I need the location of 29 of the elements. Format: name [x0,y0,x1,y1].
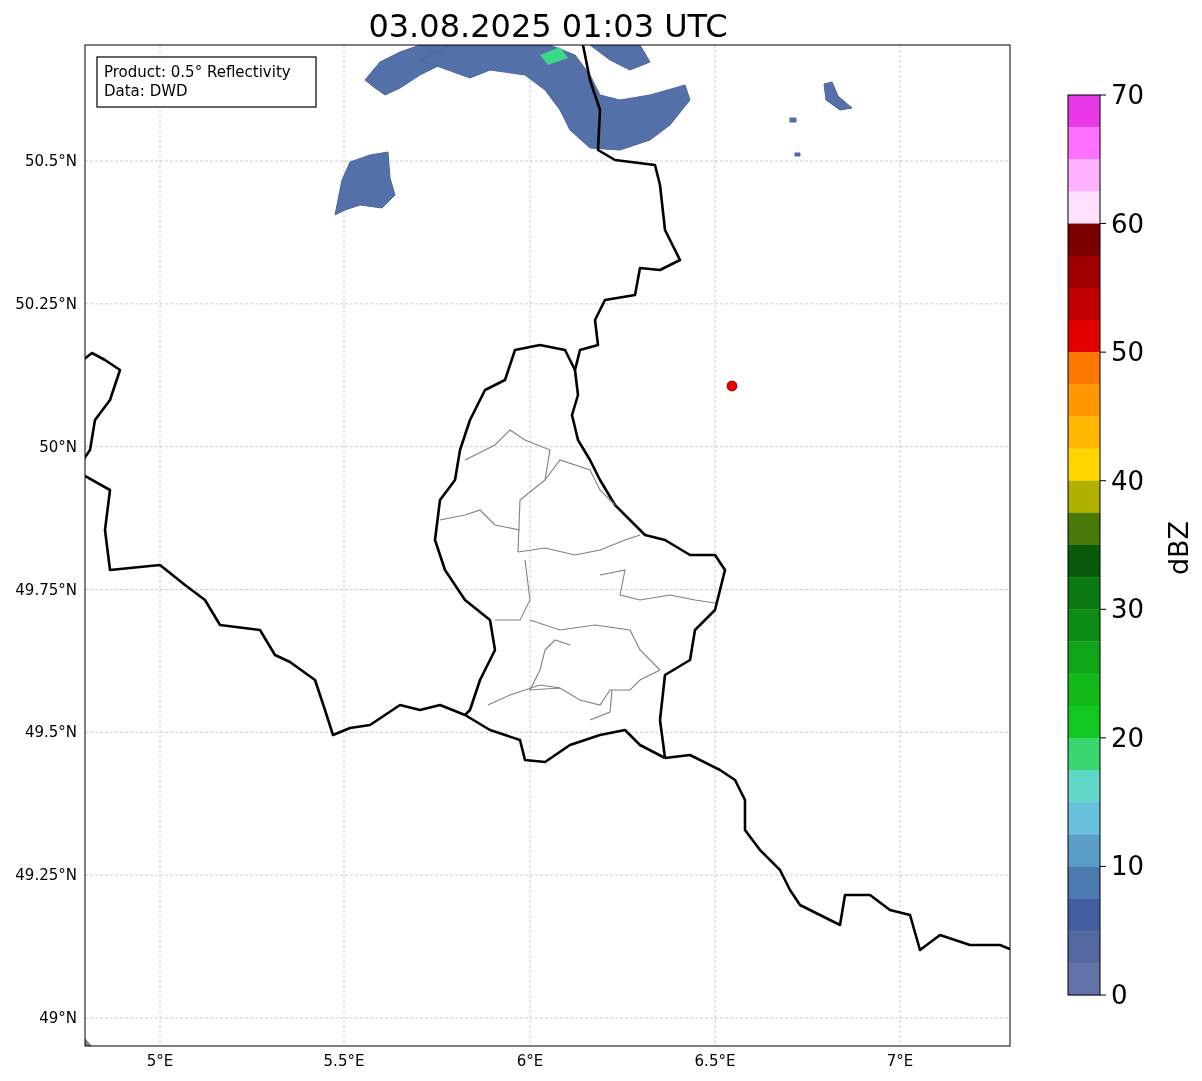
longitude-label: 6°E [516,1052,544,1070]
radar-echo [334,151,396,216]
colorbar-title: dBZ [1163,520,1194,576]
legend-text: Product: 0.5° Reflectivity [104,63,291,81]
colorbar-label: 40 [1111,465,1145,496]
longitude-label: 5.5°E [323,1052,365,1070]
longitude-label: 6.5°E [694,1052,736,1070]
colorbar-label: 50 [1111,337,1145,368]
legend-text: Data: DWD [104,82,188,100]
radar-echo [794,152,801,157]
colorbar-label: 70 [1111,80,1145,110]
latitude-label: 49°N [39,1009,77,1027]
colorbar-label: 30 [1111,594,1145,625]
location-marker [726,380,738,392]
latitude-label: 49.5°N [24,723,77,742]
colorbar-label: 10 [1111,851,1145,882]
colorbar-label: 60 [1111,208,1145,239]
latitude-label: 49.75°N [15,580,77,599]
radar-echo [823,81,853,111]
colorbar-label: 20 [1111,722,1145,753]
longitude-label: 5°E [146,1052,174,1070]
colorbar-label: 0 [1111,980,1128,1010]
latitude-label: 49.25°N [15,866,77,885]
latitude-label: 50.25°N [15,294,77,313]
latitude-label: 50.5°N [24,152,77,170]
latitude-label: 50°N [39,437,77,456]
chart-title: 03.08.2025 01:03 UTC [368,7,728,45]
longitude-label: 7°E [886,1052,914,1070]
radar-echo [789,117,797,123]
